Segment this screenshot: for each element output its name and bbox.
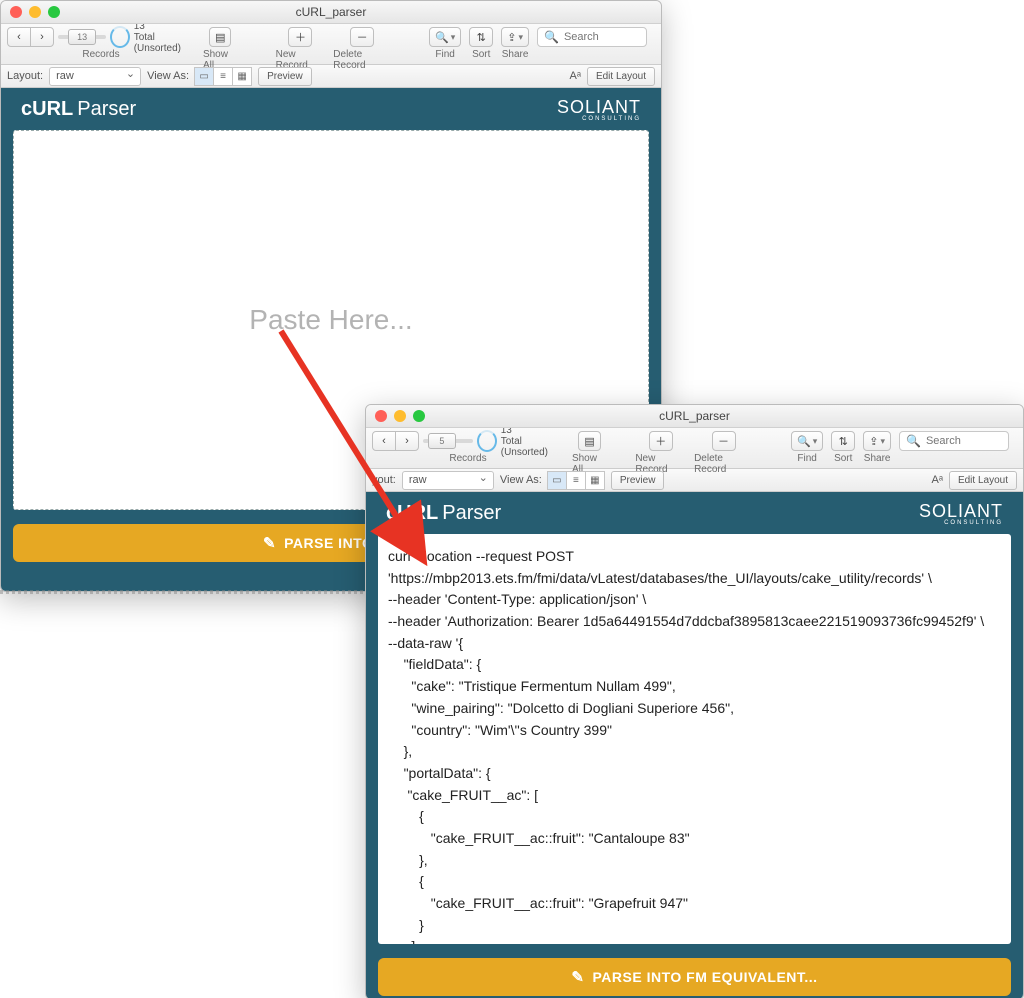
viewas-label: View As: [147,70,189,82]
view-list-button[interactable]: ≡ [566,471,586,490]
share-icon: ⇪ [507,31,516,44]
show-all-button[interactable]: ▤ [578,431,600,451]
record-slider[interactable]: 13 [58,35,106,39]
minus-icon: － [357,29,368,45]
zoom-icon[interactable] [413,410,425,422]
minimize-icon[interactable] [394,410,406,422]
app-body: cURL Parser SOLIANT CONSULTING curl --lo… [366,492,1023,998]
brand-logo: SOLIANT CONSULTING [919,501,1003,526]
zoom-icon[interactable] [48,6,60,18]
close-icon[interactable] [10,6,22,18]
edit-layout-button[interactable]: Edit Layout [949,471,1017,490]
edit-icon: ✎ [263,534,276,552]
delete-record-button[interactable]: － [712,431,736,451]
edit-icon: ✎ [571,968,584,986]
app-title-bold: cURL [386,502,438,525]
chevron-down-icon: ▾ [880,436,885,447]
window-curl-parser-filled: cURL_parser ‹ › 5 13 Total (Unsorted) Re… [365,404,1024,998]
view-table-button[interactable]: ▦ [232,67,252,86]
text-format-icon[interactable]: Aᵃ [570,70,581,82]
app-title-light: Parser [442,502,501,525]
preview-button[interactable]: Preview [258,67,312,86]
stack-icon: ▤ [215,31,225,44]
window-title: cURL_parser [366,409,1023,423]
layout-select[interactable]: raw [49,67,141,86]
chevron-down-icon: ▾ [451,32,456,43]
chevron-down-icon: ▾ [813,436,818,447]
stack-icon: ▤ [584,435,594,448]
prev-record-button[interactable]: ‹ [372,431,396,451]
find-button[interactable]: 🔍▾ [429,27,461,47]
edit-layout-button[interactable]: Edit Layout [587,67,655,86]
share-button[interactable]: ⇪▾ [501,27,529,47]
app-title-bold: cURL [21,98,73,121]
new-record-button[interactable]: ＋ [288,27,312,47]
text-format-icon[interactable]: Aᵃ [932,474,943,486]
share-button[interactable]: ⇪▾ [863,431,891,451]
show-all-button[interactable]: ▤ [209,27,231,47]
search-icon: 🔍 [797,435,811,448]
view-form-button[interactable]: ▭ [194,67,214,86]
spinner-icon [477,430,497,452]
next-record-button[interactable]: › [30,27,54,47]
search-box[interactable]: 🔍 [537,27,647,47]
chevron-down-icon: ▾ [518,32,523,43]
search-icon: 🔍 [906,434,921,448]
preview-button[interactable]: Preview [611,471,665,490]
paste-placeholder: Paste Here... [249,304,412,336]
toolbar: ‹ › 13 13 Total (Unsorted) Records ▤ Sho… [1,24,661,65]
close-icon[interactable] [375,410,387,422]
sort-icon: ⇅ [839,435,848,448]
titlebar[interactable]: cURL_parser [366,405,1023,428]
delete-record-button[interactable]: － [350,27,374,47]
layout-label: yout: [372,474,396,486]
sort-button[interactable]: ⇅ [831,431,855,451]
record-counter: 13 Total (Unsorted) [501,425,564,458]
viewas-label: View As: [500,474,542,486]
sort-icon: ⇅ [477,31,486,44]
view-list-button[interactable]: ≡ [213,67,233,86]
status-bar: Layout: raw View As: ▭ ≡ ▦ Preview Aᵃ Ed… [1,65,661,88]
record-counter: 13 Total (Unsorted) [134,21,195,54]
share-icon: ⇪ [869,435,878,448]
search-input[interactable] [924,434,1002,448]
titlebar[interactable]: cURL_parser [1,1,661,24]
parse-button[interactable]: ✎ PARSE INTO FM EQUIVALENT... [378,958,1011,996]
search-icon: 🔍 [435,31,449,44]
toolbar: ‹ › 5 13 Total (Unsorted) Records ▤ Show… [366,428,1023,469]
window-title: cURL_parser [1,5,661,19]
find-button[interactable]: 🔍▾ [791,431,823,451]
search-box[interactable]: 🔍 [899,431,1009,451]
brand-logo: SOLIANT CONSULTING [557,97,641,122]
plus-icon: ＋ [655,433,666,449]
sort-button[interactable]: ⇅ [469,27,493,47]
app-title-light: Parser [77,98,136,121]
search-icon: 🔍 [544,30,559,44]
next-record-button[interactable]: › [395,431,419,451]
minimize-icon[interactable] [29,6,41,18]
record-slider[interactable]: 5 [423,439,473,443]
search-input[interactable] [562,30,640,44]
new-record-button[interactable]: ＋ [649,431,673,451]
layout-label: Layout: [7,70,43,82]
view-table-button[interactable]: ▦ [585,471,605,490]
prev-record-button[interactable]: ‹ [7,27,31,47]
code-textarea[interactable]: curl --location --request POST 'https://… [378,534,1011,944]
plus-icon: ＋ [295,29,306,45]
layout-select[interactable]: raw [402,471,494,490]
minus-icon: － [718,433,729,449]
view-form-button[interactable]: ▭ [547,471,567,490]
spinner-icon [110,26,130,48]
